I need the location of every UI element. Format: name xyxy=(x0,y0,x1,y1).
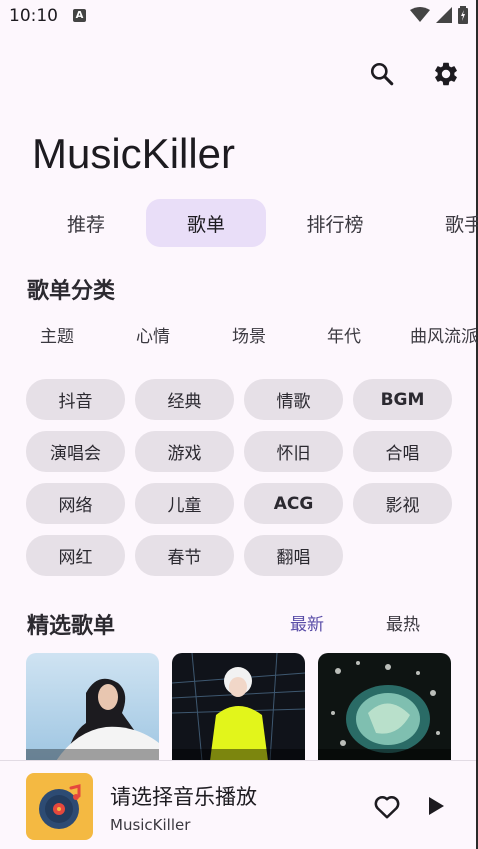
player-track-title: 请选择音乐播放 xyxy=(110,785,257,809)
chip-spring-festival[interactable]: 春节 xyxy=(135,535,234,576)
battery-icon xyxy=(458,6,468,24)
subtab-theme[interactable]: 主题 xyxy=(40,322,74,347)
chip-cover[interactable]: 翻唱 xyxy=(244,535,343,576)
playlist-card[interactable] xyxy=(26,653,159,761)
playlist-cover-image xyxy=(26,653,159,761)
chip-bgm[interactable]: BGM xyxy=(353,379,452,420)
subtab-mood[interactable]: 心情 xyxy=(136,322,170,347)
featured-section-title: 精选歌单 xyxy=(27,614,116,639)
mini-player[interactable]: 请选择音乐播放 MusicKiller xyxy=(0,760,476,849)
status-bar: 10:10 A xyxy=(0,0,476,34)
player-artist: MusicKiller xyxy=(110,816,191,834)
playlist-card[interactable] xyxy=(318,653,451,761)
subtab-era[interactable]: 年代 xyxy=(327,322,361,347)
sort-hottest[interactable]: 最热 xyxy=(386,610,420,635)
wifi-icon xyxy=(410,7,430,22)
category-section-title: 歌单分类 xyxy=(27,279,116,304)
settings-button[interactable] xyxy=(428,56,464,92)
tab-charts[interactable]: 排行榜 xyxy=(275,199,395,247)
main-tabs: 推荐 歌单 排行榜 歌手 xyxy=(0,199,478,247)
playlist-card[interactable] xyxy=(172,653,305,761)
notification-icon: A xyxy=(73,9,86,22)
tab-artists[interactable]: 歌手 xyxy=(425,199,478,247)
chip-chorus[interactable]: 合唱 xyxy=(353,431,452,472)
category-subtabs: 主题 心情 场景 年代 曲风流派 xyxy=(0,322,478,348)
status-time: 10:10 xyxy=(9,6,58,26)
status-icons xyxy=(410,6,468,24)
app-title: MusicKiller xyxy=(32,130,236,177)
favorite-button[interactable] xyxy=(367,786,407,826)
chip-children[interactable]: 儿童 xyxy=(135,483,234,524)
play-button[interactable] xyxy=(416,786,456,826)
chip-love-songs[interactable]: 情歌 xyxy=(244,379,343,420)
play-icon xyxy=(429,797,444,815)
chip-game[interactable]: 游戏 xyxy=(135,431,234,472)
subtab-scene[interactable]: 场景 xyxy=(232,322,266,347)
album-art xyxy=(26,773,93,840)
playlist-cover-image xyxy=(172,653,305,761)
chip-acg[interactable]: ACG xyxy=(244,483,343,524)
search-button[interactable] xyxy=(364,56,400,92)
chip-concert[interactable]: 演唱会 xyxy=(26,431,125,472)
sort-newest[interactable]: 最新 xyxy=(290,610,324,635)
chip-film-tv[interactable]: 影视 xyxy=(353,483,452,524)
subtab-genre[interactable]: 曲风流派 xyxy=(410,322,478,347)
chip-classic[interactable]: 经典 xyxy=(135,379,234,420)
chip-internet[interactable]: 网络 xyxy=(26,483,125,524)
chip-influencer[interactable]: 网红 xyxy=(26,535,125,576)
tab-playlist[interactable]: 歌单 xyxy=(146,199,266,247)
heart-icon xyxy=(374,796,400,819)
signal-icon xyxy=(436,7,452,23)
chip-douyin[interactable]: 抖音 xyxy=(26,379,125,420)
playlist-cover-image xyxy=(318,653,451,761)
chip-nostalgia[interactable]: 怀旧 xyxy=(244,431,343,472)
vinyl-record-icon xyxy=(38,783,80,829)
gear-icon xyxy=(435,62,457,86)
tab-recommend[interactable]: 推荐 xyxy=(26,199,146,247)
search-icon xyxy=(370,62,394,86)
